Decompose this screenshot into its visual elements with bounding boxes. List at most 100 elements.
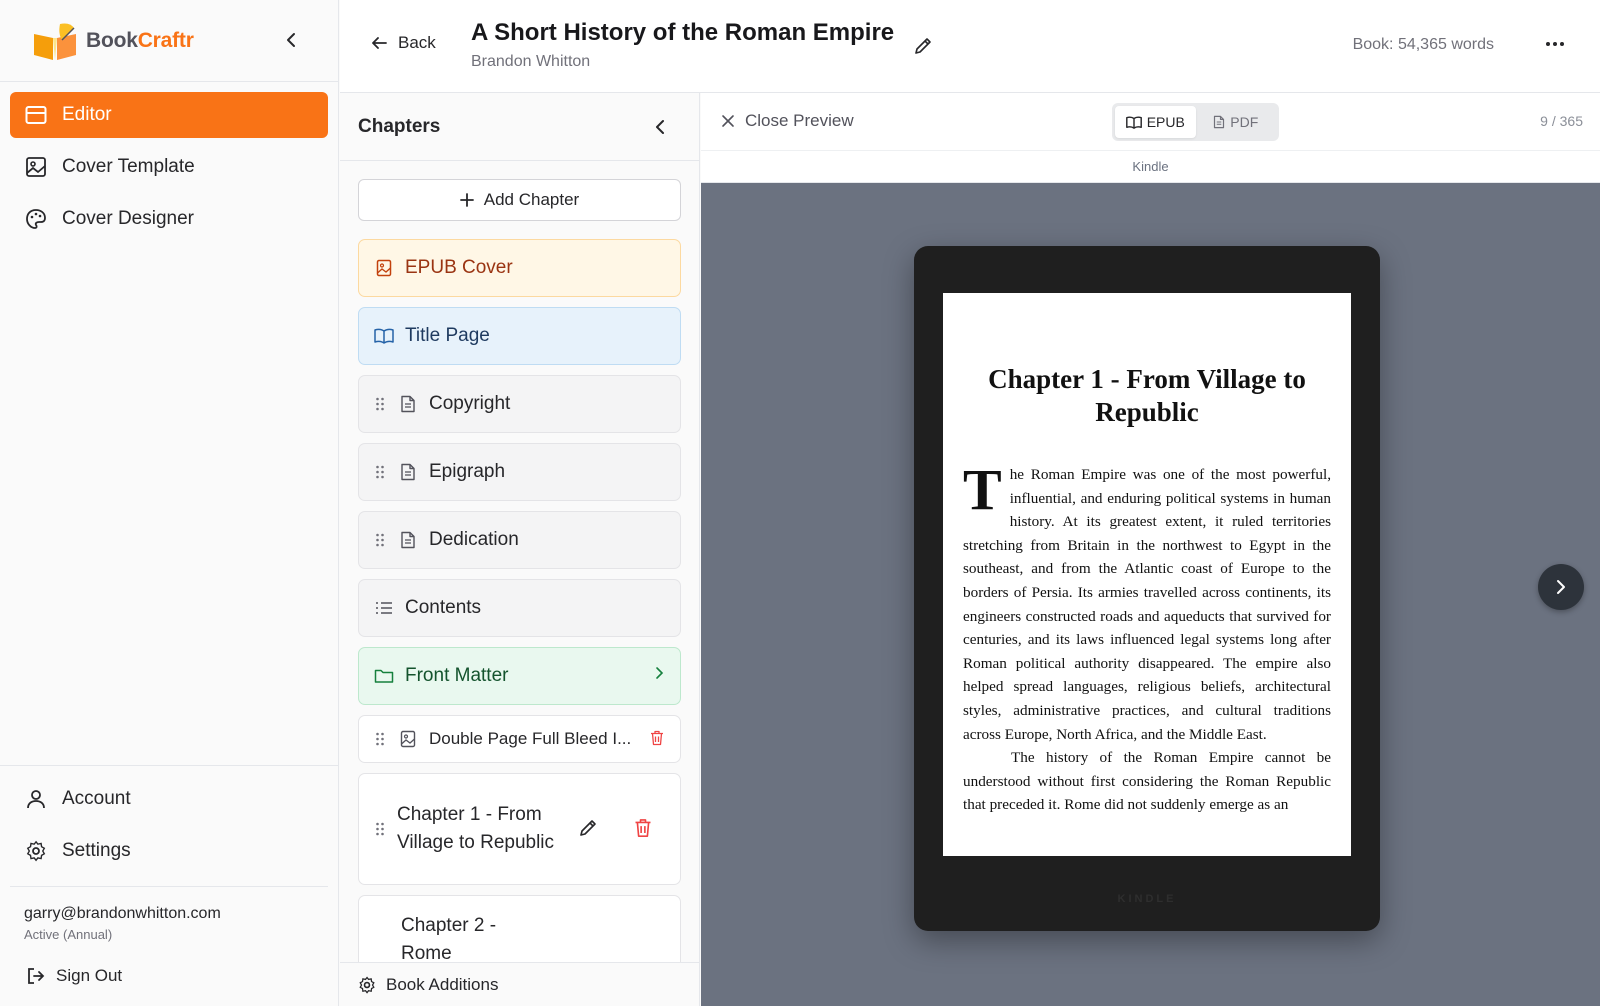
preview-toolbar: Close Preview EPUB PDF 9 / 365: [701, 93, 1600, 151]
nav-account-label: Account: [62, 788, 131, 809]
format-epub-label: EPUB: [1146, 114, 1185, 130]
chapter-item-dedication[interactable]: Dedication: [358, 511, 681, 569]
gear-icon: [358, 975, 376, 994]
nav-account[interactable]: Account: [10, 776, 328, 822]
nav-cover-designer-label: Cover Designer: [62, 208, 194, 229]
nav-editor[interactable]: Editor: [10, 92, 328, 138]
book-open-icon: [1125, 115, 1142, 129]
pencil-icon[interactable]: [578, 818, 598, 838]
sign-out-icon: [26, 966, 46, 986]
trash-icon[interactable]: [634, 818, 652, 838]
nav-settings-label: Settings: [62, 840, 131, 861]
chapter-item-chapter-1[interactable]: Chapter 1 - From Village to Republic: [358, 773, 681, 885]
back-button[interactable]: Back: [370, 33, 436, 53]
add-chapter-label: Add Chapter: [483, 190, 580, 209]
nav-settings[interactable]: Settings: [10, 828, 328, 874]
word-count: Book: 54,365 words: [1352, 36, 1494, 53]
preview-chapter-body: The Roman Empire was one of the most pow…: [963, 457, 1331, 817]
sidebar-footer: Account Settings garry@brandonwhitton.co…: [0, 765, 338, 1006]
gear-icon: [24, 839, 48, 863]
more-dots-icon: [1546, 42, 1564, 46]
drag-handle-icon[interactable]: [373, 731, 387, 747]
drag-handle-icon[interactable]: [373, 532, 387, 548]
chapter-item-label: Front Matter: [405, 665, 509, 686]
chapter-item-label: Epigraph: [429, 461, 506, 482]
chapter-item-label: Title Page: [405, 325, 490, 346]
close-preview-label: Close Preview: [745, 111, 854, 130]
user-email: garry@brandonwhitton.com: [24, 905, 221, 922]
format-epub-button[interactable]: EPUB: [1115, 106, 1196, 138]
drag-handle-icon[interactable]: [373, 464, 387, 480]
user-icon: [24, 787, 48, 811]
nav-cover-designer[interactable]: Cover Designer: [10, 196, 328, 242]
chapter-item-contents[interactable]: Contents: [358, 579, 681, 637]
chapter-item-double-page[interactable]: Double Page Full Bleed I...: [358, 715, 681, 763]
chapter-list: Add Chapter EPUB Cover Title Page Copyri…: [340, 161, 699, 992]
ereader-screen: Chapter 1 - From Village to Republic The…: [943, 293, 1351, 856]
nav-cover-template[interactable]: Cover Template: [10, 144, 328, 190]
collapse-chapters-button[interactable]: [649, 115, 673, 139]
sign-out-button[interactable]: Sign Out: [0, 952, 338, 1006]
add-chapter-button[interactable]: Add Chapter: [358, 179, 681, 221]
edit-title-button[interactable]: [911, 34, 935, 58]
book-header: Back A Short History of the Roman Empire…: [340, 0, 1600, 93]
chapter-item-label: Contents: [405, 597, 482, 618]
next-page-button[interactable]: [1538, 564, 1584, 610]
book-additions-button[interactable]: Book Additions: [340, 962, 699, 1006]
back-label: Back: [398, 33, 436, 52]
preview-panel: Close Preview EPUB PDF 9 / 365 Kindle Ch…: [701, 93, 1600, 1006]
page-indicator: 9 / 365: [1540, 113, 1583, 129]
chapter-item-epub-cover[interactable]: EPUB Cover: [358, 239, 681, 297]
document-icon: [1213, 115, 1225, 129]
preview-paragraph: The history of the Roman Empire cannot b…: [963, 749, 1331, 814]
chapters-panel: Chapters Add Chapter EPUB Cover Title Pa…: [340, 93, 700, 1006]
nav-editor-label: Editor: [62, 104, 112, 125]
pencil-icon: [915, 38, 931, 54]
app-sidebar: BookCraftr Editor Cover Template Cover D…: [0, 0, 339, 1006]
user-info: garry@brandonwhitton.com Active (Annual): [0, 887, 338, 952]
open-book-icon: [30, 20, 80, 62]
chapter-item-title-page[interactable]: Title Page: [358, 307, 681, 365]
chevron-left-icon: [656, 120, 664, 134]
cover-image-icon: [373, 257, 395, 279]
collapse-sidebar-button[interactable]: [280, 28, 304, 52]
kindle-brand-mark: KINDLE: [1117, 893, 1177, 905]
chevron-right-icon: [1557, 580, 1565, 594]
format-pdf-button[interactable]: PDF: [1196, 106, 1277, 138]
user-plan: Active (Annual): [24, 927, 113, 942]
folder-icon: [373, 665, 395, 687]
preview-paragraph: The Roman Empire was one of the most pow…: [963, 457, 1331, 743]
chapters-title: Chapters: [358, 115, 441, 137]
trash-icon[interactable]: [650, 730, 664, 746]
book-additions-label: Book Additions: [386, 974, 499, 994]
drag-handle-icon[interactable]: [373, 821, 387, 837]
preview-chapter-title: Chapter 1 - From Village to Republic: [988, 364, 1306, 427]
chevron-right-icon[interactable]: [654, 666, 664, 680]
close-preview-button[interactable]: Close Preview: [721, 111, 854, 131]
brand-header: BookCraftr: [0, 0, 338, 82]
chapters-header: Chapters: [340, 93, 699, 161]
image-icon: [24, 155, 48, 179]
kindle-device: Chapter 1 - From Village to Republic The…: [914, 246, 1380, 931]
more-options-button[interactable]: [1542, 32, 1568, 56]
book-open-icon: [373, 325, 395, 347]
device-label: Kindle: [701, 151, 1600, 183]
plus-icon: [459, 193, 474, 207]
book-title: A Short History of the Roman Empire: [471, 19, 895, 46]
chapter-item-chapter-2[interactable]: Chapter 2 - Rome Conquers: [358, 895, 681, 992]
nav-cover-template-label: Cover Template: [62, 156, 195, 177]
editor-icon: [24, 103, 48, 127]
format-pdf-label: PDF: [1230, 114, 1259, 130]
chapter-item-epigraph[interactable]: Epigraph: [358, 443, 681, 501]
chapter-item-copyright[interactable]: Copyright: [358, 375, 681, 433]
document-icon: [397, 393, 419, 415]
sign-out-label: Sign Out: [56, 966, 123, 985]
chapter-item-label: Dedication: [429, 529, 519, 550]
preview-stage: Chapter 1 - From Village to Republic The…: [701, 183, 1600, 1006]
chapter-item-front-matter[interactable]: Front Matter: [358, 647, 681, 705]
format-toggle: EPUB PDF: [1112, 103, 1279, 141]
drag-handle-icon[interactable]: [373, 396, 387, 412]
chapter-item-label: Copyright: [429, 393, 511, 414]
account-section: Account Settings: [0, 765, 338, 886]
list-icon: [373, 597, 395, 619]
